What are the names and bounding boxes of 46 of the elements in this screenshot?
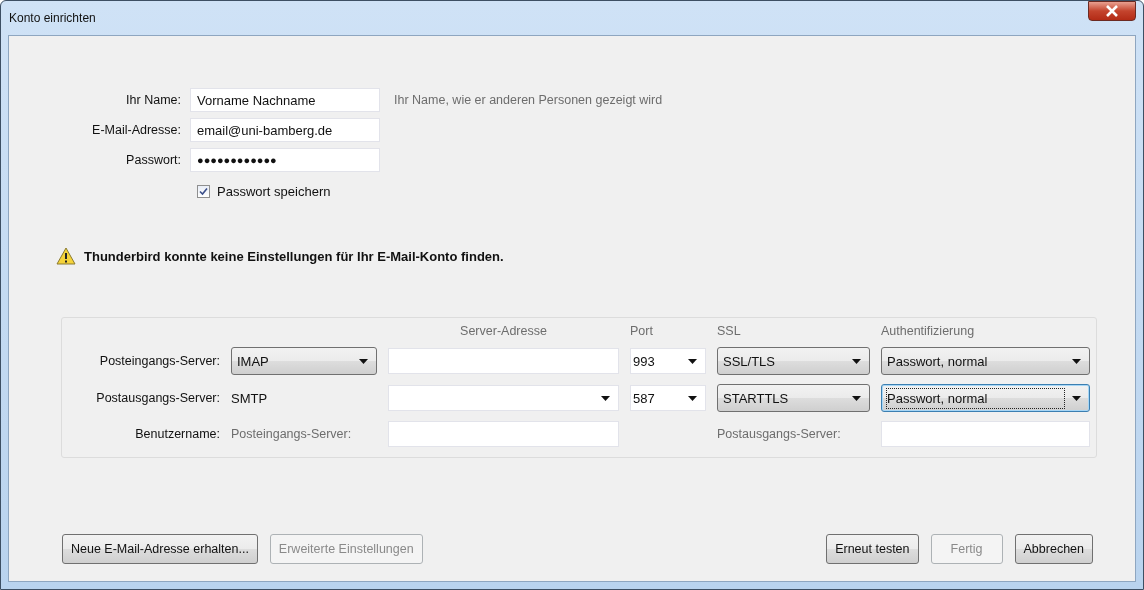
column-header: Server-Adresse [459, 324, 548, 338]
column-header: SSL [717, 324, 742, 338]
column-header: Authentifizierung [881, 324, 976, 338]
field-hint: Ihr Name, wie er anderen Personen gezeigt wird [393, 93, 664, 107]
caret-icon [1072, 358, 1081, 364]
caret-icon [852, 358, 861, 364]
username-field[interactable] [388, 421, 619, 447]
port-combobox[interactable]: 993 [630, 348, 706, 374]
dialog-button[interactable]: Abbrechen [1014, 534, 1093, 564]
checkbox[interactable] [197, 185, 210, 198]
server-address-field[interactable] [388, 348, 619, 374]
ssl-dropdown[interactable]: STARTTLS [717, 384, 870, 412]
window-title: Konto einrichten [8, 11, 96, 25]
checkbox-label[interactable]: Passwort speichern [217, 184, 331, 199]
input-field[interactable]: email@uni-bamberg.de [190, 118, 380, 142]
field-label: Postausgangs-Server: [717, 427, 842, 441]
row-label: Benutzername: [134, 427, 220, 441]
caret-icon [601, 395, 610, 401]
authentication-dropdown[interactable]: Passwort, normal [881, 347, 1090, 375]
field-label: Ihr Name: [125, 93, 181, 107]
dialog-button[interactable]: Neue E-Mail-Adresse erhalten... [62, 534, 258, 564]
protocol-text: SMTP [231, 390, 269, 406]
ssl-dropdown[interactable]: SSL/TLS [717, 347, 870, 375]
warning-message: Thunderbird konnte keine Einstellungen für Ihr E-Mail-Konto finden. [84, 248, 504, 264]
close-icon [1105, 5, 1119, 17]
username-field[interactable] [881, 421, 1090, 447]
port-combobox[interactable]: 587 [630, 385, 706, 411]
server-address-combobox[interactable] [388, 385, 619, 411]
row-label: Posteingangs-Server: [98, 354, 220, 368]
authentication-dropdown[interactable]: Passwort, normal [881, 384, 1090, 412]
dialog-button[interactable]: Erneut testen [826, 534, 919, 564]
caret-icon [1072, 395, 1081, 401]
protocol-dropdown[interactable]: IMAP [231, 347, 377, 375]
caret-icon [688, 395, 697, 401]
field-label: E-Mail-Adresse: [91, 123, 181, 137]
input-field[interactable]: ●●●●●●●●●●●● [190, 148, 380, 172]
row-label: Postausgangs-Server: [95, 391, 220, 405]
input-field[interactable]: Vorname Nachname [190, 88, 380, 112]
field-label: Posteingangs-Server: [231, 427, 353, 441]
caret-icon [852, 395, 861, 401]
warning-icon [56, 247, 76, 265]
close-button[interactable] [1088, 1, 1136, 21]
field-label: Passwort: [125, 153, 181, 167]
column-header: Port [630, 324, 654, 338]
caret-icon [688, 358, 697, 364]
caret-icon [359, 358, 368, 364]
